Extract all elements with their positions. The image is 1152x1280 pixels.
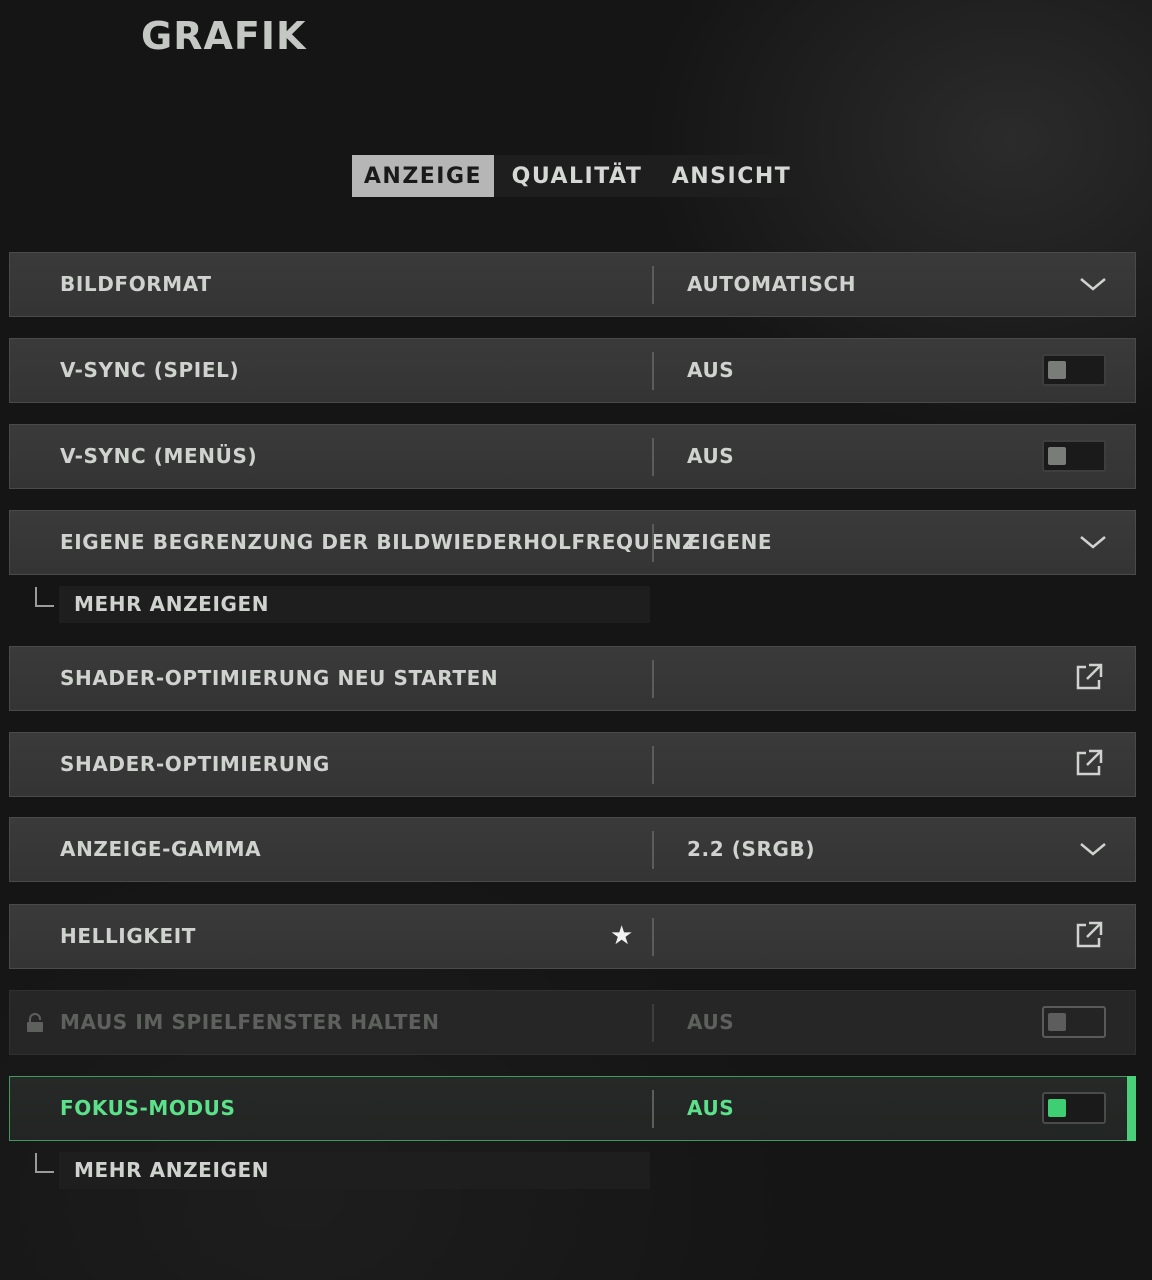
setting-label: FOKUS-MODUS (60, 1096, 236, 1120)
setting-row-bildformat[interactable]: BILDFORMAT AUTOMATISCH (9, 252, 1136, 317)
setting-row-focus-mode[interactable]: FOKUS-MODUS AUS (9, 1076, 1136, 1141)
toggle-knob (1048, 447, 1066, 465)
setting-value: AUTOMATISCH (687, 272, 857, 296)
toggle-knob (1048, 1013, 1066, 1031)
setting-row-vsync-menues[interactable]: V-SYNC (MENÜS) AUS (9, 424, 1136, 489)
external-link-icon[interactable] (1074, 748, 1104, 778)
more-button-focus-mode[interactable]: MEHR ANZEIGEN (59, 1152, 650, 1189)
more-button-framerate[interactable]: MEHR ANZEIGEN (59, 586, 650, 623)
chevron-down-icon[interactable] (1078, 273, 1108, 295)
setting-row-brightness[interactable]: HELLIGKEIT ★ (9, 904, 1136, 969)
setting-value: AUS (687, 444, 735, 468)
divider (652, 660, 654, 698)
divider (652, 352, 654, 390)
page-title: GRAFIK (141, 14, 307, 58)
setting-label: BILDFORMAT (60, 272, 212, 296)
divider (652, 438, 654, 476)
chevron-down-icon[interactable] (1078, 531, 1108, 553)
setting-value: EIGENE (687, 530, 773, 554)
focus-mode-toggle[interactable] (1042, 1092, 1106, 1124)
setting-label: HELLIGKEIT (60, 924, 196, 948)
setting-row-mouse-lock: MAUS IM SPIELFENSTER HALTEN AUS (9, 990, 1136, 1055)
setting-label: ANZEIGE-GAMMA (60, 837, 262, 861)
tab-qualitaet[interactable]: QUALITÄT (494, 155, 660, 197)
setting-row-shader-optimization[interactable]: SHADER-OPTIMIERUNG (9, 732, 1136, 797)
setting-row-vsync-spiel[interactable]: V-SYNC (SPIEL) AUS (9, 338, 1136, 403)
sub-item-connector (35, 1153, 54, 1173)
setting-value: 2.2 (SRGB) (687, 837, 816, 861)
setting-value: AUS (687, 1096, 735, 1120)
toggle-knob (1048, 361, 1066, 379)
tab-ansicht[interactable]: ANSICHT (660, 155, 803, 197)
chevron-down-icon[interactable] (1078, 838, 1108, 860)
tab-anzeige[interactable]: ANZEIGE (352, 155, 494, 197)
mouse-lock-toggle (1042, 1006, 1106, 1038)
vsync-menues-toggle[interactable] (1042, 440, 1106, 472)
divider (652, 746, 654, 784)
sub-item-connector (35, 587, 54, 607)
divider (652, 1004, 654, 1042)
external-link-icon[interactable] (1074, 920, 1104, 950)
setting-label: MAUS IM SPIELFENSTER HALTEN (60, 1010, 440, 1034)
setting-label: SHADER-OPTIMIERUNG NEU STARTEN (60, 666, 499, 690)
setting-row-shader-restart[interactable]: SHADER-OPTIMIERUNG NEU STARTEN (9, 646, 1136, 711)
divider (652, 266, 654, 304)
divider (652, 524, 654, 562)
lock-icon (27, 1013, 43, 1032)
setting-label: V-SYNC (SPIEL) (60, 358, 240, 382)
divider (652, 918, 654, 956)
setting-label: SHADER-OPTIMIERUNG (60, 752, 330, 776)
setting-label: V-SYNC (MENÜS) (60, 444, 258, 468)
vsync-spiel-toggle[interactable] (1042, 354, 1106, 386)
setting-row-display-gamma[interactable]: ANZEIGE-GAMMA 2.2 (SRGB) (9, 817, 1136, 882)
toggle-knob (1048, 1099, 1066, 1117)
setting-label: EIGENE BEGRENZUNG DER BILDWIEDERHOLFREQU… (60, 530, 698, 554)
setting-value: AUS (687, 1010, 735, 1034)
setting-row-framerate-limit[interactable]: EIGENE BEGRENZUNG DER BILDWIEDERHOLFREQU… (9, 510, 1136, 575)
divider (652, 831, 654, 869)
setting-value: AUS (687, 358, 735, 382)
divider (652, 1090, 654, 1128)
star-icon: ★ (610, 921, 634, 951)
tab-bar: ANZEIGE QUALITÄT ANSICHT (352, 155, 803, 197)
external-link-icon[interactable] (1074, 662, 1104, 692)
